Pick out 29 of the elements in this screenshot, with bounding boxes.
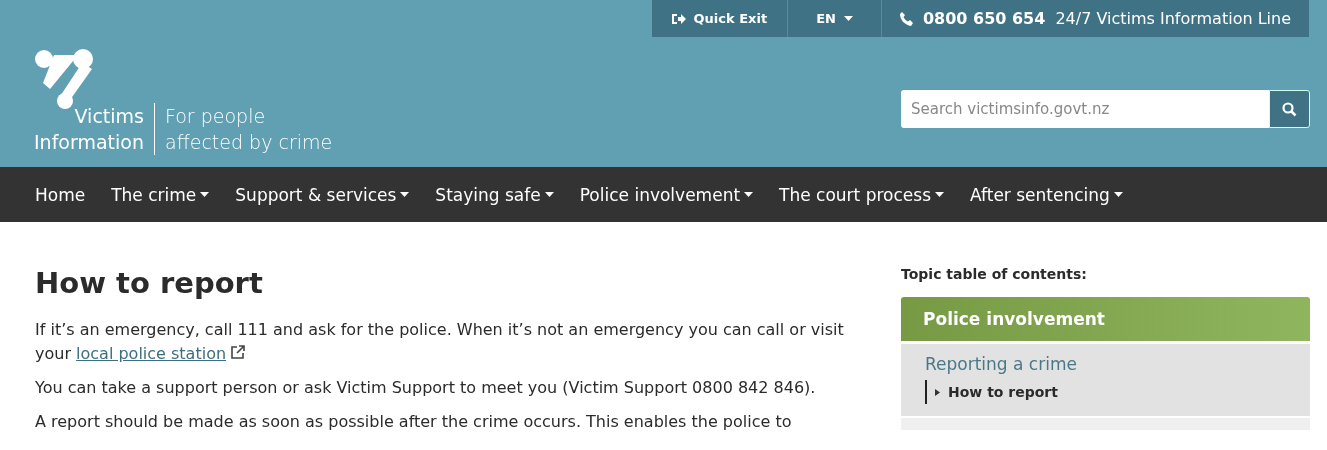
language-selector[interactable]: EN [788,0,882,37]
nav-item[interactable]: Police involvement [579,184,754,205]
logo-name: Victims Information [34,104,144,155]
caret-icon [843,16,853,21]
nav-item[interactable]: Staying safe [435,184,554,205]
toc-link[interactable]: Reporting a crime [925,354,1286,374]
exit-icon [671,12,686,25]
search-button[interactable] [1269,90,1310,128]
phone-icon [899,11,913,26]
nav-item[interactable]: Home [35,184,86,205]
nav-item[interactable]: The crime [111,184,210,205]
phone-label: 24/7 Victims Information Line [1055,9,1291,28]
text-link[interactable]: local police station [76,344,227,363]
phone-number[interactable]: 0800 650 654 [922,9,1046,28]
logo-tagline: For people affected by crime [154,103,333,155]
toc-heading: Topic table of contents: [901,266,1088,282]
external-link-icon [231,345,246,359]
quick-exit-button[interactable]: Quick Exit [651,0,789,37]
search-icon [1282,101,1297,117]
triangle-icon [935,388,940,396]
page-title: How to report [35,266,264,300]
nav-item[interactable]: After sentencing [970,184,1123,205]
toc-item[interactable]: How to report [925,380,1286,404]
nav-item[interactable]: Support & services [235,184,410,205]
paragraph: You can take a support person or ask Victim Support to meet you (Victim Support 0800 842 846). [35,377,817,399]
paragraph: A report should be made as soon as possible after the crime occurs. This enables the police to [35,411,793,433]
paragraph: If it’s an emergency, call 111 and ask for the police. When it’s not an emergency you can call or visit your local police station [35,319,845,365]
nav-item[interactable]: The court process [779,184,944,205]
search-field[interactable]: Search victimsinfo.govt.nz [901,90,1269,128]
